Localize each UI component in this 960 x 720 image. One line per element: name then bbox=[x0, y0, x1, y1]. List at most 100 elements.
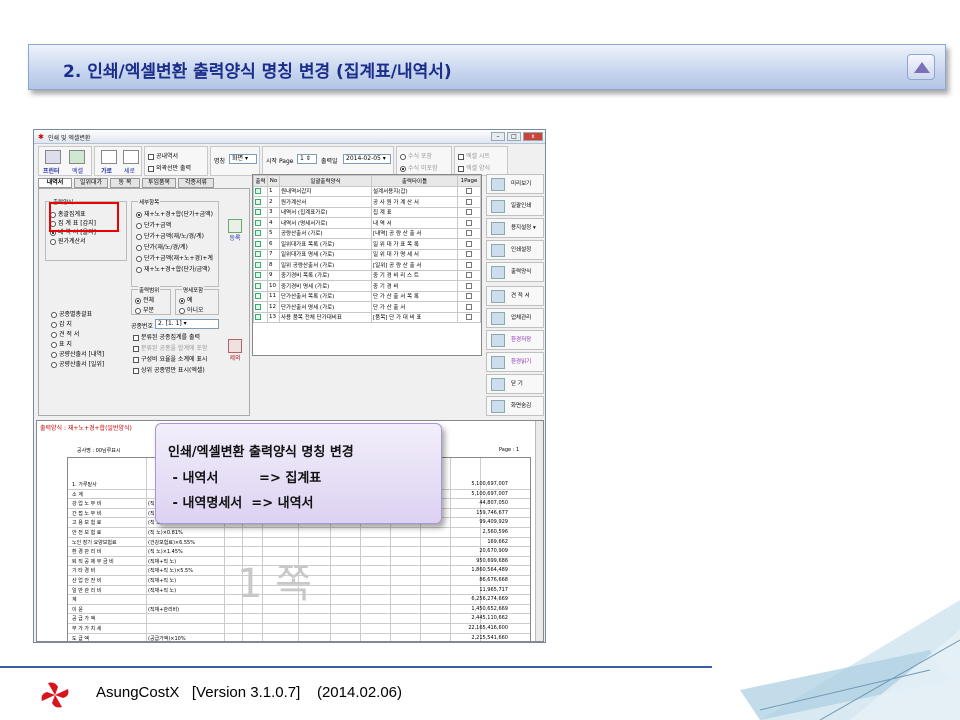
table-row[interactable]: 10 중기경비 명세 (가로) 중 기 경 비 bbox=[253, 280, 481, 292]
table-row[interactable]: 2 원가계산서 공 사 원 가 계 산 서 bbox=[253, 196, 481, 208]
row-1page-checkbox[interactable] bbox=[457, 185, 481, 197]
startpage-input[interactable]: 1 ⇕ bbox=[297, 154, 317, 164]
extra-check-4[interactable]: 상위 공종명만 표시(엑셀) bbox=[133, 365, 205, 374]
table-row[interactable]: 1 원내역서갑지 설계서용지(갑) bbox=[253, 185, 481, 197]
range-part-radio[interactable]: 부분 bbox=[135, 305, 154, 314]
formula-exclude-radio[interactable]: 수식 미포함 bbox=[400, 163, 438, 172]
row-output-checkbox[interactable] bbox=[253, 290, 268, 302]
table-row[interactable]: 11 단가산출서 목록 (가로) 단 가 산 출 서 목 록 bbox=[253, 290, 481, 302]
row-output-checkbox[interactable] bbox=[253, 217, 268, 229]
row-1page-checkbox[interactable] bbox=[457, 311, 481, 323]
side-button-8[interactable]: 환경저장 bbox=[486, 330, 544, 350]
detail-radio-5[interactable]: 단가+금액(재+노+경)+계 bbox=[136, 253, 213, 262]
excel-button-label[interactable]: 엑셀 bbox=[72, 166, 83, 175]
row-1page-checkbox[interactable] bbox=[457, 290, 481, 302]
table-row[interactable]: 8 일위 공량산출서 (가로) [일위] 공 량 산 출 서 bbox=[253, 259, 481, 271]
output-list-grid[interactable]: 출력 No 일괄출력양식 출력타이틀 1Page 1 원내역서갑지 설계서용지(갑)… bbox=[252, 174, 482, 356]
minimize-icon[interactable]: – bbox=[491, 132, 505, 141]
preview-scrollbar[interactable] bbox=[535, 421, 543, 641]
side-button-9[interactable]: 환경읽기 bbox=[486, 352, 544, 372]
detail-radio-4[interactable]: 단가(재/노/경/계) bbox=[136, 242, 188, 251]
other-radio-2[interactable]: 갑 지 bbox=[51, 319, 72, 328]
other-radio-4[interactable]: 표 지 bbox=[51, 339, 72, 348]
maximize-icon[interactable]: □ bbox=[507, 132, 521, 141]
printer-icon[interactable] bbox=[45, 150, 61, 164]
tab-items[interactable]: 동 목 bbox=[110, 178, 140, 188]
other-radio-5[interactable]: 공량산출서 [내역] bbox=[51, 349, 104, 358]
side-button-7[interactable]: 업체관리 bbox=[486, 308, 544, 328]
table-row[interactable]: 7 일위대가표 명세 (가로) 일 위 대 가 명 세 서 bbox=[253, 248, 481, 260]
row-output-checkbox[interactable] bbox=[253, 301, 268, 313]
row-1page-checkbox[interactable] bbox=[457, 301, 481, 313]
table-row[interactable]: 13 사용 품목 전체 단가대비표 [품목] 단 가 대 비 표 bbox=[253, 311, 481, 323]
row-1page-checkbox[interactable] bbox=[457, 280, 481, 292]
side-button-10[interactable]: 닫 기 bbox=[486, 374, 544, 394]
collapse-triangle-icon[interactable] bbox=[907, 54, 935, 80]
tab-input-items[interactable]: 투입품목 bbox=[142, 178, 176, 188]
row-1page-checkbox[interactable] bbox=[457, 269, 481, 281]
tax-no-radio[interactable]: 아니오 bbox=[179, 305, 204, 314]
row-output-checkbox[interactable] bbox=[253, 185, 268, 197]
side-button-3[interactable]: 용지설정 ▾ bbox=[486, 218, 544, 238]
tab-unitprice[interactable]: 일위대가 bbox=[74, 178, 108, 188]
radio-cost-calc[interactable]: 원가계산서 bbox=[50, 236, 86, 245]
side-button-6[interactable]: 견 적 서 bbox=[486, 286, 544, 306]
bidding-checkbox[interactable]: 공내역서 bbox=[148, 151, 178, 160]
excel-icon[interactable] bbox=[69, 150, 85, 164]
side-button-2[interactable]: 일괄인쇄 bbox=[486, 196, 544, 216]
detail-radio-6[interactable]: 재+노+경+합(단가/금액) bbox=[136, 264, 210, 273]
extra-check-1[interactable]: 분류된 공종집계를 출력 bbox=[133, 332, 200, 341]
row-output-checkbox[interactable] bbox=[253, 280, 268, 292]
row-output-checkbox[interactable] bbox=[253, 248, 268, 260]
close-icon[interactable]: x bbox=[523, 132, 543, 141]
print-button-label[interactable]: 프린터 bbox=[43, 166, 60, 175]
other-radio-1[interactable]: 공종별총괄표 bbox=[51, 309, 92, 318]
extra-check-3[interactable]: 구성비 요율을 소계에 표시 bbox=[133, 354, 207, 363]
tab-estimate[interactable]: 내역서 bbox=[38, 178, 72, 188]
row-output-checkbox[interactable] bbox=[253, 259, 268, 271]
extra-check-2[interactable]: 분류된 공종을 합계에 포함 bbox=[133, 343, 207, 352]
tab-documents[interactable]: 각종서류 bbox=[178, 178, 214, 188]
row-output-checkbox[interactable] bbox=[253, 311, 268, 323]
row-output-checkbox[interactable] bbox=[253, 196, 268, 208]
detail-radio-1[interactable]: 재+노+경+합(단가+금액) bbox=[136, 209, 213, 218]
table-row[interactable]: 4 내역서 (명세서가로) 내 역 서 bbox=[253, 217, 481, 229]
range-all-radio[interactable]: 전체 bbox=[135, 295, 154, 304]
side-button-1[interactable]: 미리보기 bbox=[486, 174, 544, 194]
name-combo[interactable]: 화면 ▾ bbox=[229, 154, 257, 164]
remove-button[interactable]: 제외 bbox=[225, 339, 245, 369]
side-button-4[interactable]: 인쇄설정 bbox=[486, 240, 544, 260]
other-radio-6[interactable]: 공량산출서 [일위] bbox=[51, 359, 104, 368]
table-row[interactable]: 6 일위대가표 목록 (가로) 일 위 대 가 표 목 록 bbox=[253, 238, 481, 250]
row-1page-checkbox[interactable] bbox=[457, 227, 481, 239]
row-1page-checkbox[interactable] bbox=[457, 238, 481, 250]
row-output-checkbox[interactable] bbox=[253, 206, 268, 218]
outdate-input[interactable]: 2014-02-05 ▾ bbox=[343, 154, 391, 164]
portrait-icon[interactable] bbox=[123, 150, 139, 164]
row-output-checkbox[interactable] bbox=[253, 269, 268, 281]
side-button-11[interactable]: 화면숨김 bbox=[486, 396, 544, 416]
row-1page-checkbox[interactable] bbox=[457, 248, 481, 260]
row-1page-checkbox[interactable] bbox=[457, 259, 481, 271]
landscape-icon[interactable] bbox=[101, 150, 117, 164]
formula-include-radio[interactable]: 수식 포함 bbox=[400, 151, 432, 160]
table-row[interactable]: 9 중기경비 목록 (가로) 중 기 경 비 리 스 트 bbox=[253, 269, 481, 281]
code-combo[interactable]: 2. [1. 1] ▾ bbox=[155, 319, 219, 329]
row-output-checkbox[interactable] bbox=[253, 227, 268, 239]
register-button[interactable]: 등록 bbox=[225, 219, 245, 249]
row-1page-checkbox[interactable] bbox=[457, 206, 481, 218]
table-row[interactable]: 5 공량산출서 (가로) [내역] 공 량 산 출 서 bbox=[253, 227, 481, 239]
portrait-label[interactable]: 세로 bbox=[124, 166, 135, 175]
row-1page-checkbox[interactable] bbox=[457, 196, 481, 208]
side-button-5[interactable]: 출력양식 bbox=[486, 262, 544, 282]
other-radio-3[interactable]: 견 적 서 bbox=[51, 329, 79, 338]
tax-yes-radio[interactable]: 예 bbox=[179, 295, 193, 304]
outline-checkbox[interactable]: 외곽선만 출력 bbox=[148, 163, 191, 172]
detail-radio-3[interactable]: 단가+금액(재/노/경/계) bbox=[136, 231, 204, 240]
row-output-checkbox[interactable] bbox=[253, 238, 268, 250]
excel-form-checkbox[interactable]: 엑셀 양식 bbox=[458, 163, 490, 172]
row-1page-checkbox[interactable] bbox=[457, 217, 481, 229]
excel-sheet-checkbox[interactable]: 엑셀 시트 bbox=[458, 151, 490, 160]
table-row[interactable]: 12 단가산출서 명세 (가로) 단 가 산 출 서 bbox=[253, 301, 481, 313]
landscape-label[interactable]: 가로 bbox=[101, 166, 112, 175]
